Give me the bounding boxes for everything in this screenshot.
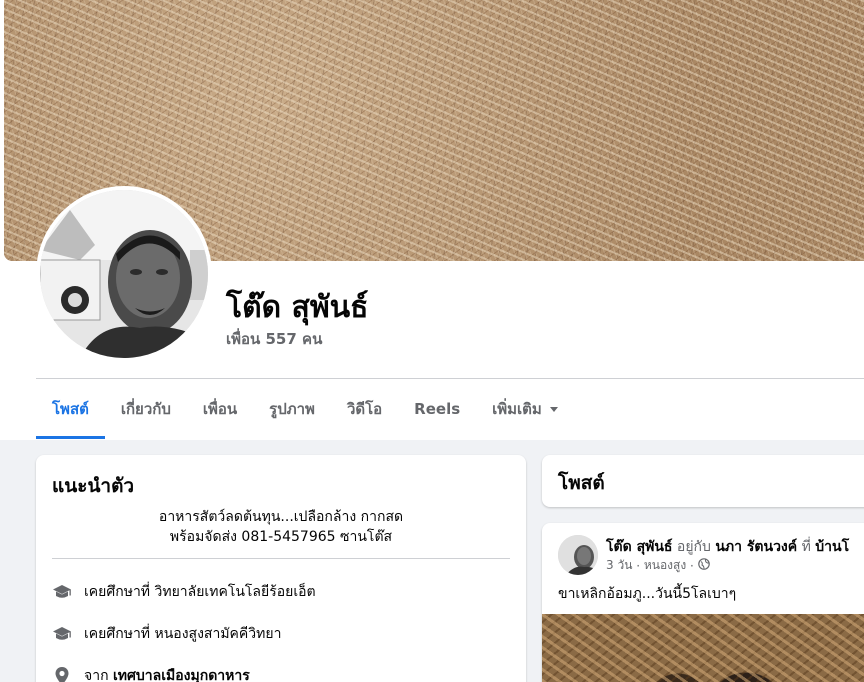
intro-item-value[interactable]: เทศบาลเมืองมุกดาหาร [113,665,250,682]
post-card: โต๊ด สุพันธ์ อยู่กับ นภา รัตนวงค์ ที่ บ้… [542,523,864,682]
tab-label: เพื่อน [202,400,238,418]
intro-card: แนะนำตัว อาหารสัตว์ลดต้นทุน...เปลือกล้าง… [36,455,526,682]
post-location[interactable]: หนองสูง [644,556,686,575]
intro-item-hometown: จาก เทศบาลเมืองมุกดาหาร [52,665,250,682]
bio-line: อาหารสัตว์ลดต้นทุน...เปลือกล้าง กากสด [158,509,404,525]
tab-friends[interactable]: เพื่อน [187,379,253,439]
tab-label: Reels [414,400,461,418]
intro-item-value[interactable]: หนองสูงสามัคคีวิทยา [155,623,282,645]
tab-label: วิดีโอ [346,400,383,418]
avatar-photo-icon [40,190,208,358]
avatar-photo-icon [558,535,598,575]
intro-item-prefix: เคยศึกษาที่ [84,584,151,600]
profile-name: โต๊ด สุพันธ์ [226,290,369,325]
meta-separator: · [686,558,698,573]
post-image[interactable] [542,614,864,682]
intro-item-education: เคยศึกษาที่ หนองสูงสามัคคีวิทยา [52,623,281,645]
friend-count[interactable]: เพื่อน 557 คน [226,327,322,351]
profile-header: โต๊ด สุพันธ์ เพื่อน 557 คน โพสต์ เกี่ยวก… [0,0,864,440]
bio-line: พร้อมจัดส่ง 081-5457965 ซานโต๊ส [169,529,393,545]
post-at-text: ที่ [801,539,811,555]
profile-tabs: โพสต์ เกี่ยวกับ เพื่อน รูปภาพ วิดีโอ Ree… [36,379,574,439]
tab-videos[interactable]: วิดีโอ [331,379,398,439]
post-author-line: โต๊ด สุพันธ์ อยู่กับ นภา รัตนวงค์ ที่ บ้… [606,536,849,558]
globe-icon[interactable] [697,558,710,573]
tab-reels[interactable]: Reels [398,379,476,439]
post-author-avatar[interactable] [558,535,598,575]
tab-label: เกี่ยวกับ [120,400,171,418]
post-meta: 3 วัน · หนองสูง · [606,556,710,575]
post-time[interactable]: 3 วัน [606,556,632,575]
intro-item-prefix: เคยศึกษาที่ [84,626,151,642]
intro-title: แนะนำตัว [52,475,135,497]
tab-posts[interactable]: โพสต์ [36,379,105,439]
intro-divider [52,558,510,559]
graduation-cap-icon [52,582,72,602]
post-with-text: อยู่กับ [676,539,711,555]
posts-title: โพสต์ [558,472,605,494]
tab-more[interactable]: เพิ่มเติม [476,379,574,439]
tab-photos[interactable]: รูปภาพ [253,379,331,439]
location-pin-icon [52,666,72,682]
intro-item-prefix: จาก [84,668,109,682]
profile-avatar[interactable] [40,190,208,358]
intro-bio: อาหารสัตว์ลดต้นทุน...เปลือกล้าง กากสด พร… [52,507,510,547]
intro-item-value[interactable]: วิทยาลัยเทคโนโลยีร้อยเอ็ต [155,581,316,603]
graduation-cap-icon [52,624,72,644]
caret-down-icon [549,406,558,412]
tab-label: เพิ่มเติม [492,400,542,418]
posts-header-card: โพสต์ [542,455,864,507]
post-text: ขาเหลิกอ้อมภู...วันนี้5โลเบาๆ [558,586,737,602]
post-author-name[interactable]: โต๊ด สุพันธ์ [606,539,672,555]
intro-item-education: เคยศึกษาที่ วิทยาลัยเทคโนโลยีร้อยเอ็ต [52,581,316,603]
meta-separator: · [632,558,644,573]
tab-label: รูปภาพ [269,400,315,418]
post-place[interactable]: บ้านโ [815,539,849,555]
tab-about[interactable]: เกี่ยวกับ [105,379,187,439]
tab-label: โพสต์ [52,400,89,418]
post-tagged-name[interactable]: นภา รัตนวงค์ [715,539,797,555]
